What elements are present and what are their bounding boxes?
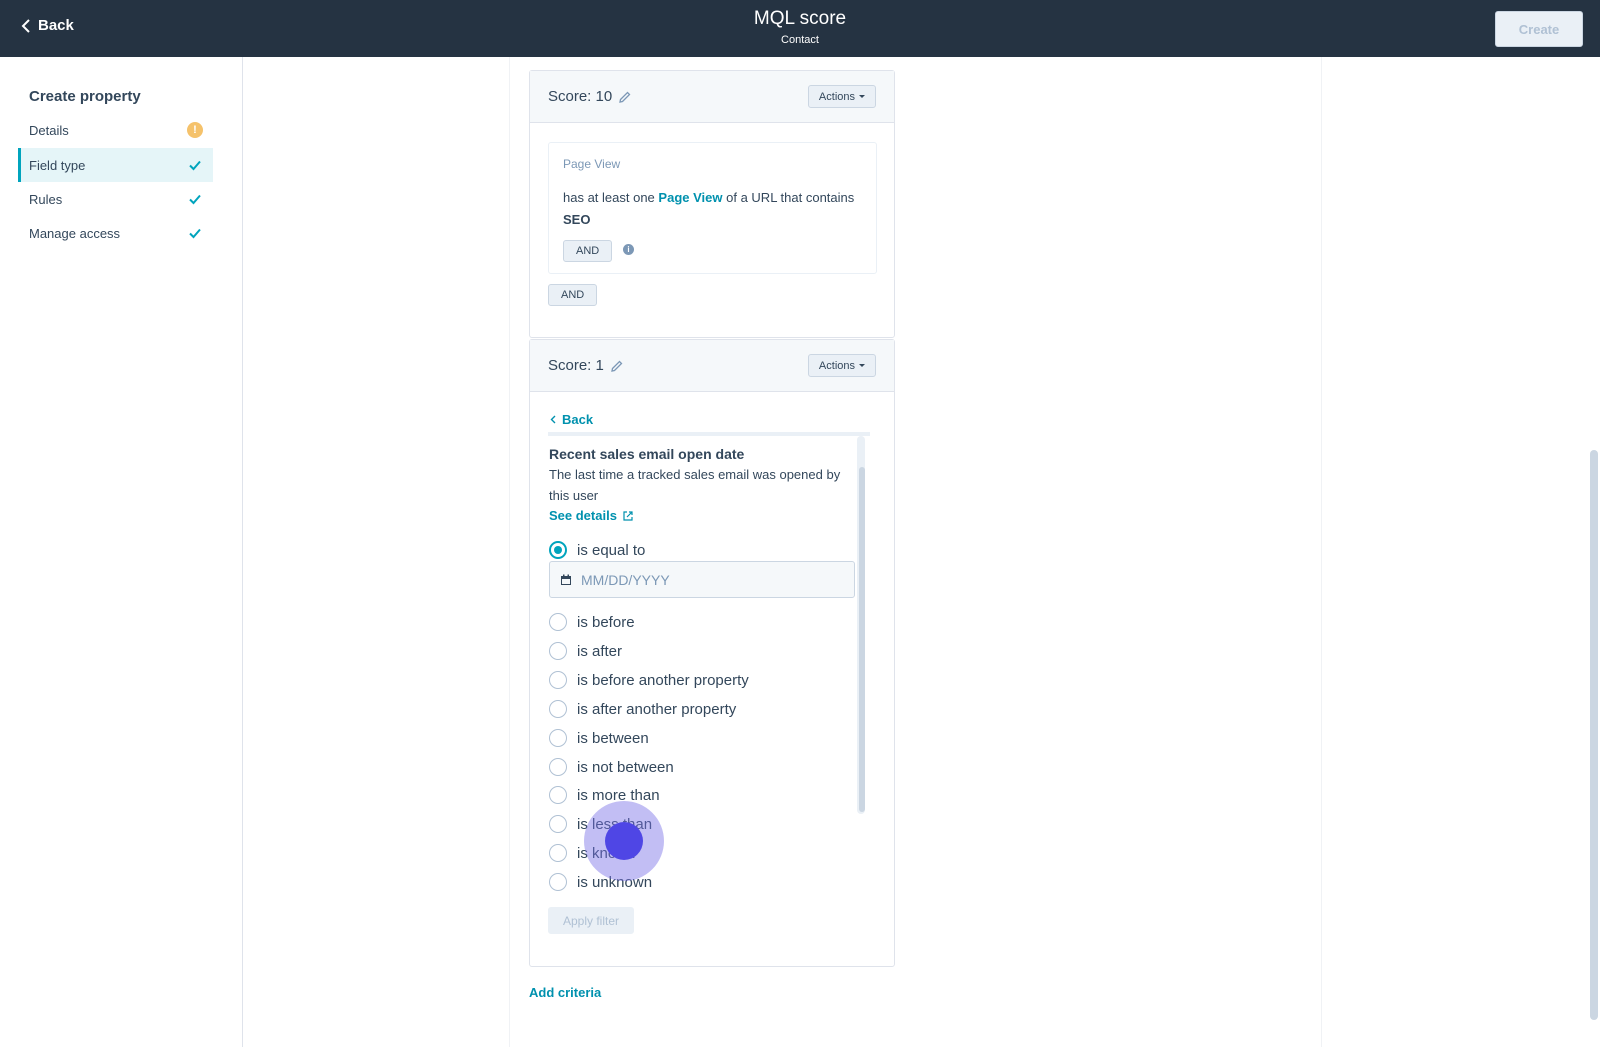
radio-label: is before bbox=[577, 613, 635, 631]
filter-description: has at least one Page View of a URL that… bbox=[563, 187, 863, 231]
radio-label: is not between bbox=[577, 758, 674, 776]
radio-option[interactable]: is not between bbox=[549, 757, 674, 777]
radio-button[interactable] bbox=[549, 786, 567, 804]
checkmark-icon bbox=[189, 228, 201, 239]
score-label[interactable]: Score: 10 bbox=[548, 88, 632, 105]
sidebar-item-label: Rules bbox=[29, 191, 63, 207]
page-title: MQL score bbox=[753, 8, 847, 29]
sidebar-item-details[interactable]: Details ! bbox=[18, 113, 213, 147]
radio-button[interactable] bbox=[549, 873, 567, 891]
score-value: Score: 1 bbox=[548, 357, 604, 374]
and-button[interactable]: AND bbox=[548, 284, 598, 306]
click-indicator-dot bbox=[605, 822, 643, 860]
filter-text: has at least one bbox=[563, 190, 655, 205]
sidebar-item-label: Field type bbox=[29, 157, 86, 173]
page-subtitle: Contact bbox=[781, 34, 819, 46]
top-bar: Back MQL score Contact Create bbox=[0, 0, 1600, 57]
radio-button[interactable] bbox=[549, 758, 567, 776]
radio-option[interactable]: is between bbox=[549, 728, 649, 748]
sidebar-item-rules[interactable]: Rules bbox=[18, 182, 213, 216]
radio-option[interactable]: is before another property bbox=[549, 670, 749, 690]
warning-icon: ! bbox=[187, 122, 203, 138]
radio-label: is equal to bbox=[577, 541, 646, 559]
radio-label: is between bbox=[577, 729, 649, 747]
filter-block[interactable]: Page View has at least one Page View of … bbox=[548, 142, 877, 274]
filter-title: Page View bbox=[563, 157, 621, 171]
column-divider bbox=[509, 57, 510, 1047]
sidebar: Create property Details ! Field type Rul… bbox=[0, 57, 243, 1047]
external-link-icon bbox=[623, 510, 633, 521]
and-button[interactable]: AND bbox=[563, 240, 613, 262]
property-title: Recent sales email open date bbox=[549, 446, 745, 462]
radio-label: is after bbox=[577, 642, 623, 660]
score-group-header: Score: 1 Actions bbox=[530, 340, 894, 392]
property-description: The last time a tracked sales email was … bbox=[549, 467, 841, 503]
score-group-card: Score: 1 Actions Back Recent sales email… bbox=[529, 339, 895, 967]
score-label[interactable]: Score: 1 bbox=[548, 357, 624, 374]
sidebar-item-label: Details bbox=[29, 122, 69, 138]
actions-dropdown[interactable]: Actions bbox=[807, 85, 876, 108]
radio-option[interactable]: is equal to bbox=[549, 540, 645, 560]
score-group-card: Score: 10 Actions Page View has at least… bbox=[529, 70, 895, 338]
actions-label: Actions bbox=[818, 90, 855, 103]
score-group-header: Score: 10 Actions bbox=[530, 71, 894, 123]
filter-link[interactable]: Page View bbox=[658, 190, 722, 205]
filter-text: of a URL that contains bbox=[726, 190, 855, 205]
radio-button[interactable] bbox=[549, 642, 567, 660]
radio-button[interactable] bbox=[549, 671, 567, 689]
filter-back-label: Back bbox=[562, 412, 594, 427]
score-value: Score: 10 bbox=[548, 88, 613, 105]
radio-option[interactable]: is after bbox=[549, 641, 622, 661]
page-title-block: MQL score Contact bbox=[0, 8, 1600, 46]
filter-value: SEO bbox=[563, 212, 591, 227]
radio-button[interactable] bbox=[549, 815, 567, 833]
see-details-link[interactable]: See details bbox=[549, 508, 634, 523]
info-icon[interactable]: i bbox=[623, 244, 634, 255]
radio-button[interactable] bbox=[549, 541, 567, 559]
date-input[interactable]: MM/DD/YYYY bbox=[549, 561, 855, 598]
pencil-icon[interactable] bbox=[610, 359, 624, 373]
radio-option[interactable]: is before bbox=[549, 612, 635, 632]
checkmark-icon bbox=[189, 194, 201, 205]
radio-option[interactable]: is after another property bbox=[549, 699, 736, 719]
actions-label: Actions bbox=[818, 359, 855, 372]
sidebar-item-manage-access[interactable]: Manage access bbox=[18, 216, 213, 250]
main-content: Score: 10 Actions Page View has at least… bbox=[243, 57, 1600, 1047]
radio-label: is before another property bbox=[577, 671, 749, 689]
sidebar-item-label: Manage access bbox=[29, 225, 121, 241]
radio-button[interactable] bbox=[549, 700, 567, 718]
caret-down-icon bbox=[859, 95, 865, 98]
actions-dropdown[interactable]: Actions bbox=[807, 354, 876, 377]
chevron-left-icon bbox=[550, 415, 556, 424]
radio-button[interactable] bbox=[549, 613, 567, 631]
radio-option[interactable]: is more than bbox=[549, 785, 660, 805]
filter-back-link[interactable]: Back bbox=[550, 412, 593, 427]
create-button[interactable]: Create bbox=[1495, 11, 1583, 47]
apply-filter-button[interactable]: Apply filter bbox=[548, 907, 635, 934]
column-divider bbox=[1321, 57, 1322, 1047]
pencil-icon[interactable] bbox=[618, 90, 632, 104]
add-criteria-link[interactable]: Add criteria bbox=[529, 985, 601, 1000]
options-scrollbar-thumb[interactable] bbox=[859, 467, 865, 812]
radio-button[interactable] bbox=[549, 844, 567, 862]
radio-button[interactable] bbox=[549, 729, 567, 747]
sidebar-item-field-type[interactable]: Field type bbox=[18, 148, 213, 182]
checkmark-icon bbox=[189, 160, 201, 171]
radio-label: is after another property bbox=[577, 700, 737, 718]
caret-down-icon bbox=[859, 364, 865, 367]
calendar-icon bbox=[561, 574, 571, 585]
see-details-label: See details bbox=[549, 508, 617, 523]
date-placeholder: MM/DD/YYYY bbox=[581, 571, 670, 588]
sidebar-title: Create property bbox=[29, 88, 141, 105]
page-scrollbar-thumb[interactable] bbox=[1590, 450, 1598, 1020]
